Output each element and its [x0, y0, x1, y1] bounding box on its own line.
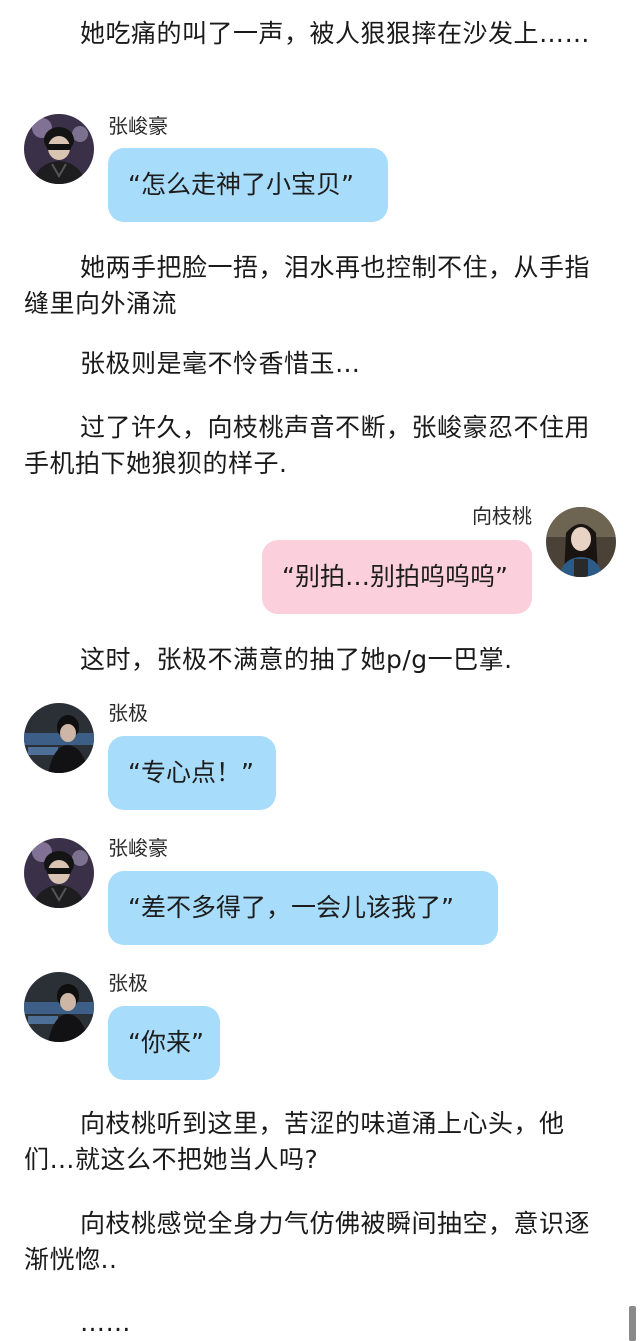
- avatar-zhangjunhao-icon[interactable]: [24, 114, 94, 184]
- scroll-thumb[interactable]: [629, 1306, 636, 1341]
- chat-bubble: “怎么走神了小宝贝”: [108, 148, 388, 222]
- narration-paragraph: 她两手把脸一捂，泪水再也控制不住，从手指缝里向外涌流: [24, 253, 591, 318]
- narration-paragraph: 过了许久，向枝桃声音不断，张峻豪忍不住用手机拍下她狼狈的样子.: [24, 413, 591, 478]
- narration-ellipsis: ……: [80, 1308, 131, 1337]
- chat-bubble: “专心点！”: [108, 736, 276, 810]
- speaker-name: 张峻豪: [108, 836, 168, 860]
- narration-paragraph: 向枝桃感觉全身力气仿佛被瞬间抽空，意识逐渐恍惚..: [24, 1209, 591, 1274]
- narration-paragraph: 她吃痛的叫了一声，被人狠狠摔在沙发上……: [80, 19, 591, 48]
- speaker-name: 向枝桃: [472, 504, 532, 528]
- avatar-zhangjunhao-icon[interactable]: [24, 838, 94, 908]
- narration-paragraph: 这时，张极不满意的抽了她p/g一巴掌.: [80, 645, 513, 674]
- speaker-name: 张极: [108, 971, 148, 995]
- chat-bubble: “别拍…别拍呜呜呜”: [262, 540, 532, 614]
- speaker-name: 张极: [108, 701, 148, 725]
- avatar-zhangji-icon[interactable]: [24, 972, 94, 1042]
- avatar-xiangzhitao-icon[interactable]: [546, 507, 616, 577]
- avatar-zhangji-icon[interactable]: [24, 703, 94, 773]
- chat-bubble: “差不多得了，一会儿该我了”: [108, 871, 498, 945]
- chat-bubble: “你来”: [108, 1006, 220, 1080]
- narration-paragraph: 向枝桃听到这里，苦涩的味道涌上心头，他们…就这么不把她当人吗?: [24, 1109, 565, 1174]
- speaker-name: 张峻豪: [108, 114, 168, 138]
- narration-paragraph: 张极则是毫不怜香惜玉…: [80, 349, 361, 378]
